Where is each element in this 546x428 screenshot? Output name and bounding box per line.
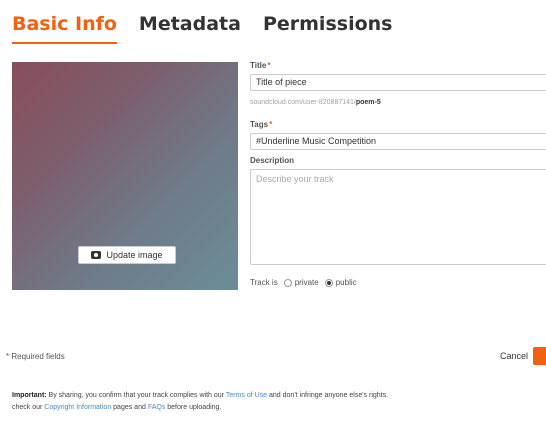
notice-line2-start: check our: [12, 404, 45, 411]
terms-of-use-link[interactable]: Terms of Use: [226, 392, 267, 399]
title-label: Title*: [250, 61, 271, 70]
permalink-prefix: soundcloud.com/user-820887141/: [250, 99, 356, 106]
tab-basic-info[interactable]: Basic Info: [12, 12, 117, 44]
cancel-button[interactable]: Cancel: [500, 351, 528, 361]
notice-tail: and don't infringe anyone else's rights.: [267, 392, 389, 399]
permalink-slug[interactable]: poem-5: [356, 99, 381, 106]
required-fields-note: * Required fields: [6, 352, 65, 361]
private-radio[interactable]: [283, 278, 292, 287]
required-mark: *: [269, 120, 273, 129]
update-image-label: Update image: [106, 250, 163, 260]
update-image-button[interactable]: Update image: [78, 246, 176, 264]
notice-line2-mid: pages and: [111, 404, 148, 411]
camera-icon: [91, 251, 102, 259]
description-textarea[interactable]: Describe your track: [250, 169, 546, 265]
copyright-information-link[interactable]: Copyright Information: [44, 404, 111, 411]
notice-line2-end: before uploading.: [165, 404, 222, 411]
description-label: Description: [250, 156, 295, 165]
notice-important: Important:: [12, 392, 47, 399]
notice-line-2: check our Copyright Information pages an…: [12, 402, 546, 414]
tags-label: Tags*: [250, 120, 273, 129]
public-radio[interactable]: [324, 278, 333, 287]
tags-input[interactable]: #Underline Music Competition: [250, 133, 546, 150]
track-artwork: Update image: [12, 62, 238, 290]
notice-text: By sharing, you confirm that your track …: [46, 392, 226, 399]
tab-bar: Basic Info Metadata Permissions: [12, 12, 414, 48]
copyright-notice: Important: By sharing, you confirm that …: [12, 390, 546, 414]
permalink: soundcloud.com/user-820887141/poem-5: [250, 98, 546, 108]
tab-permissions[interactable]: Permissions: [263, 12, 393, 36]
privacy-label: Track is: [250, 278, 278, 287]
notice-line-1: Important: By sharing, you confirm that …: [12, 390, 546, 402]
tab-metadata[interactable]: Metadata: [139, 12, 241, 36]
save-button[interactable]: [533, 347, 546, 365]
public-label[interactable]: public: [336, 278, 357, 287]
track-form: Title* Title of piece soundcloud.com/use…: [250, 60, 546, 287]
upload-edit-page: Basic Info Metadata Permissions Update i…: [0, 0, 546, 428]
title-input[interactable]: Title of piece: [250, 74, 546, 91]
required-mark: *: [267, 61, 271, 70]
private-label[interactable]: private: [295, 278, 319, 287]
faqs-link[interactable]: FAQs: [148, 404, 166, 411]
privacy-row: Track is private public: [250, 278, 546, 287]
